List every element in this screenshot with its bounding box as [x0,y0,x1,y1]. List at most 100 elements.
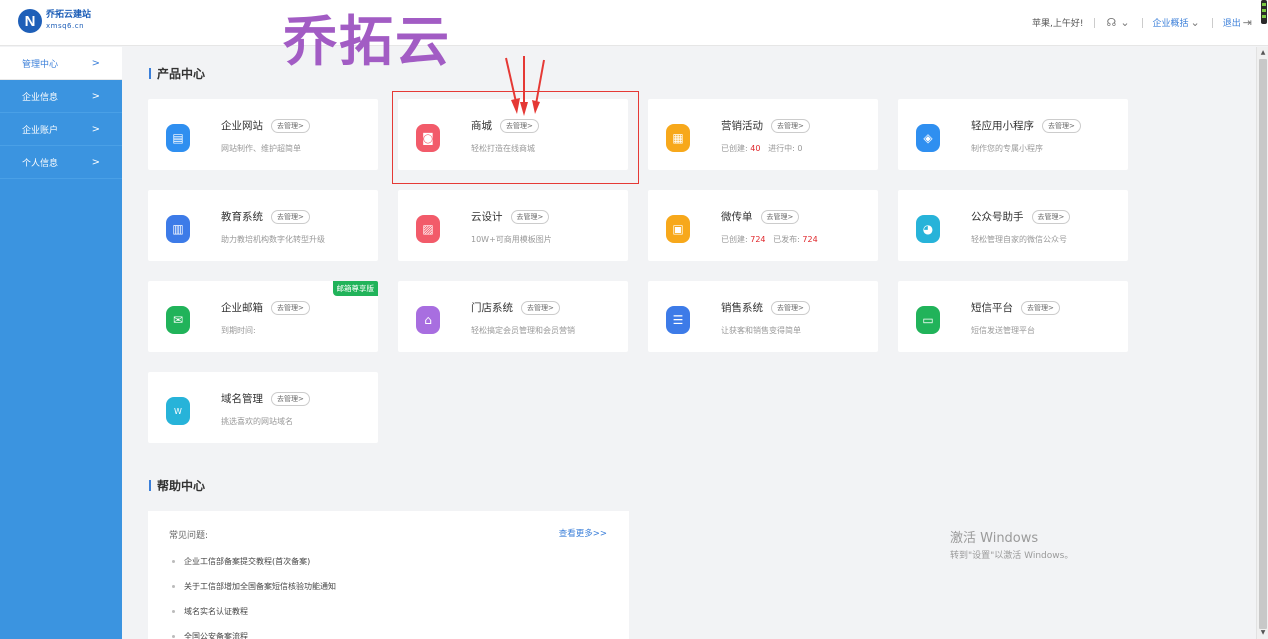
manage-button[interactable]: 去管理> [521,301,560,315]
manage-button[interactable]: 去管理> [760,210,800,224]
product-name: 营销活动 [721,120,763,132]
faq-title: 常见问题: [169,531,209,541]
mail-icon: ✉ [166,306,190,334]
product-desc: 让获客和销售变得简单 [721,326,801,335]
view-more-link[interactable]: 查看更多>> [559,527,607,539]
chevron-right-icon: > [91,123,100,135]
manage-button[interactable]: 去管理> [271,210,310,224]
sidebar: 管理中心 > 企业信息 > 企业账户 > 个人信息 > [0,47,122,639]
product-desc: 轻松搞定会员管理和会员营销 [471,326,575,335]
faq-link[interactable]: 域名实名认证教程 [172,606,248,617]
windows-activation-watermark: 激活 Windows 转到"设置"以激活 Windows。 [950,531,1074,561]
sidebar-item-label: 个人信息 [22,158,59,169]
manage-button[interactable]: 去管理> [271,392,310,406]
logout-link[interactable]: 退出 [1223,16,1241,29]
product-name: 云设计 [471,211,503,223]
sidebar-item-label: 企业信息 [22,92,59,103]
scroll-down-icon[interactable]: ▼ [1259,629,1267,637]
sidebar-item-management[interactable]: 管理中心 > [0,47,122,80]
product-desc: 10W+可商用模板图片 [471,235,552,244]
manage-button[interactable]: 去管理> [771,119,810,133]
product-desc: 制作您的专属小程序 [971,144,1043,153]
product-card-email[interactable]: 邮箱尊享版 ✉ 企业邮箱 去管理> 到期时间: [148,281,378,352]
product-desc: 短信发送管理平台 [971,326,1035,335]
manage-button[interactable]: 去管理> [771,301,810,315]
product-card-sales[interactable]: ☰ 销售系统 去管理> 让获客和销售变得简单 [648,281,878,352]
logo-name: 乔拓云建站 [46,10,92,20]
top-header: N 乔拓云建站 xmsq6.cn 乔拓云 苹果,上午好! ☊ ⌄ 企业概括 ⌄ … [0,0,1268,72]
sidebar-item-label: 企业账户 [22,125,59,136]
scrollbar-thumb[interactable] [1259,59,1267,629]
manage-button[interactable]: 去管理> [510,210,550,224]
wechat-icon: ◕ [916,215,940,243]
help-center-title: 帮助中心 [149,477,205,494]
chevron-right-icon: > [91,90,100,102]
page-scrollbar[interactable]: ▲ ▼ [1256,47,1268,639]
gift-icon: ▦ [666,124,690,152]
chevron-down-icon[interactable]: ⌄ [1191,16,1200,29]
chevron-right-icon: > [91,156,100,168]
faq-link[interactable]: 全国公安备案流程 [172,631,248,639]
product-card-domain[interactable]: W 域名管理 去管理> 挑选喜欢的网站域名 [148,372,378,443]
sidebar-item-company-info[interactable]: 企业信息 > [0,80,122,113]
product-card-flyer[interactable]: ▣ 微传单 去管理> 已创建: 724 已发布: 724 [648,190,878,261]
faq-link[interactable]: 关于工信部增加全国备案短信核验功能通知 [172,581,336,592]
website-icon: ▤ [166,124,190,152]
product-desc: 已创建: 40 进行中: 0 [721,144,803,153]
image-icon: ▨ [416,215,440,243]
product-card-marketing[interactable]: ▦ 营销活动 去管理> 已创建: 40 进行中: 0 [648,99,878,170]
annotation-arrows-icon [505,56,545,116]
battery-indicator [1261,0,1267,24]
chevron-down-icon[interactable]: ⌄ [1120,16,1129,29]
chevron-right-icon: > [91,57,100,69]
product-card-store[interactable]: ⌂ 门店系统 去管理> 轻松搞定会员管理和会员营销 [398,281,628,352]
enterprise-overview-link[interactable]: 企业概括 [1153,16,1189,29]
headset-icon[interactable]: ☊ [1107,16,1117,29]
flyer-icon: ▣ [666,215,690,243]
faq-link[interactable]: 企业工信部备案提交教程(首次备案) [172,556,310,567]
message-icon: ▭ [916,306,940,334]
manage-button[interactable]: 去管理> [1042,119,1081,133]
sidebar-item-company-account[interactable]: 企业账户 > [0,113,122,146]
product-card-miniapp[interactable]: ◈ 轻应用小程序 去管理> 制作您的专属小程序 [898,99,1128,170]
book-icon: ▥ [166,215,190,243]
domain-icon: W [166,397,190,425]
manage-button[interactable]: 去管理> [271,119,310,133]
product-desc: 挑选喜欢的网站域名 [221,417,293,426]
email-edition-badge: 邮箱尊享版 [332,281,378,296]
logo[interactable]: N 乔拓云建站 xmsq6.cn [18,9,91,33]
main-content: 产品中心 ▤ 企业网站 去管理> 网站制作、维护超简单 ◙ 商城 去管理> 轻松打造… [122,47,1256,639]
logo-domain: xmsq6.cn [46,22,85,30]
product-desc: 到期时间: [221,326,256,335]
product-name: 域名管理 [221,393,263,405]
product-card-official-account[interactable]: ◕ 公众号助手 去管理> 轻松管理自家的微信公众号 [898,190,1128,261]
product-name: 门店系统 [471,302,513,314]
miniapp-icon: ◈ [916,124,940,152]
product-card-sms[interactable]: ▭ 短信平台 去管理> 短信发送管理平台 [898,281,1128,352]
list-icon: ☰ [666,306,690,334]
product-desc: 助力教培机构数字化转型升级 [221,235,325,244]
header-right: 苹果,上午好! ☊ ⌄ 企业概括 ⌄ 退出 ⇥ [1032,16,1254,29]
product-name: 微传单 [721,211,753,223]
product-name: 轻应用小程序 [971,120,1034,132]
product-center-title: 产品中心 [149,65,205,82]
logo-mark-icon: N [18,9,42,33]
product-card-education[interactable]: ▥ 教育系统 去管理> 助力教培机构数字化转型升级 [148,190,378,261]
product-desc: 轻松管理自家的微信公众号 [971,235,1067,244]
manage-button[interactable]: 去管理> [271,301,310,315]
help-card: 常见问题: 查看更多>> 企业工信部备案提交教程(首次备案) 关于工信部增加全国… [148,511,629,639]
product-name: 公众号助手 [971,211,1024,223]
store-icon: ⌂ [416,306,440,334]
sidebar-item-personal-info[interactable]: 个人信息 > [0,146,122,179]
product-card-website[interactable]: ▤ 企业网站 去管理> 网站制作、维护超简单 [148,99,378,170]
manage-button[interactable]: 去管理> [1021,301,1060,315]
logout-icon[interactable]: ⇥ [1243,16,1252,29]
product-desc: 网站制作、维护超简单 [221,144,301,153]
product-name: 企业网站 [221,120,263,132]
sidebar-item-label: 管理中心 [22,59,59,70]
manage-button[interactable]: 去管理> [1031,210,1071,224]
product-card-cloud-design[interactable]: ▨ 云设计 去管理> 10W+可商用模板图片 [398,190,628,261]
greeting: 苹果,上午好! [1032,19,1084,29]
product-name: 销售系统 [721,302,763,314]
scroll-up-icon[interactable]: ▲ [1259,49,1267,57]
